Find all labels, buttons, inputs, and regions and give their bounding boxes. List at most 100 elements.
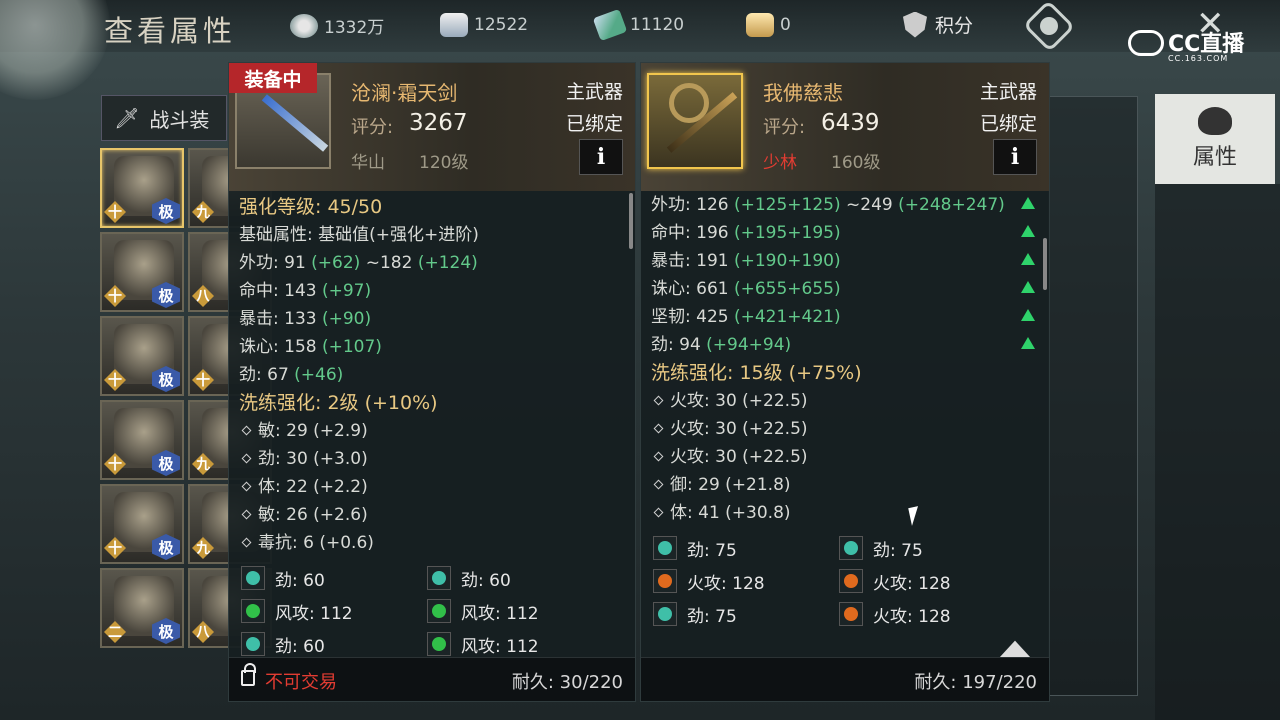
score-value: 6439 <box>821 110 880 136</box>
item-school: 华山 <box>351 153 385 173</box>
item-stats: 外功: 126 (+125+125) ~249 (+248+247) 命中: 1… <box>651 191 1041 643</box>
enhance-level: 强化等级: 45/50 <box>239 196 383 218</box>
diamond-icon <box>241 537 252 548</box>
refine-stat: 毒抗: 6 (+0.6) <box>239 529 629 557</box>
score-label: 评分: <box>763 117 806 138</box>
combat-outfit-tab[interactable]: 🗡 战斗装 <box>101 95 227 141</box>
points-label: 积分 <box>935 15 974 37</box>
gem-socket: 劲: 60 <box>241 629 325 659</box>
diamond-icon <box>241 481 252 492</box>
slot-type: 主武器 <box>979 81 1037 103</box>
points-button[interactable]: 积分 <box>903 11 973 38</box>
gem-socket: 劲: 60 <box>427 563 511 593</box>
refine-stat: 敏: 29 (+2.9) <box>239 417 629 445</box>
gem-socket: 火攻: 128 <box>839 566 951 596</box>
diamond-icon <box>653 451 664 462</box>
attributes-tab[interactable]: 属性 <box>1155 94 1275 184</box>
sword-icon: 🗡 <box>114 106 140 130</box>
equipment-slot[interactable]: 十极 <box>100 148 184 228</box>
gem-socket: 火攻: 128 <box>653 566 765 596</box>
gem-socket: 风攻: 112 <box>241 596 353 626</box>
stat-line: 诛心: 661 (+655+655) <box>651 275 1041 303</box>
stat-line: 暴击: 191 (+190+190) <box>651 247 1041 275</box>
diamond-icon <box>653 395 664 406</box>
item-level: 120级 <box>419 153 469 173</box>
currency-silver: 1332万 <box>290 13 384 38</box>
gem-socket: 劲: 75 <box>839 533 923 563</box>
gem-socket: 风攻: 112 <box>427 596 539 626</box>
top-bar: 查看属性 1332万 12522 11120 0 积分 ✕ <box>0 0 1280 100</box>
jade-icon <box>592 8 628 42</box>
gem-socket: 风攻: 112 <box>427 629 539 659</box>
attributes-tab-label: 属性 <box>1192 145 1237 170</box>
orange-gem-icon <box>653 569 677 593</box>
score-label: 评分: <box>351 117 394 138</box>
refine-stat: 火攻: 30 (+22.5) <box>651 415 1041 443</box>
upgrade-arrow-icon <box>1021 309 1035 321</box>
equipment-slot[interactable]: 十极 <box>100 400 184 480</box>
upgrade-arrow-icon <box>1021 225 1035 237</box>
cyan-gem-icon <box>241 566 265 590</box>
character-stats-panel <box>1048 96 1138 696</box>
scrollbar[interactable] <box>1043 238 1047 290</box>
item-school: 少林 <box>763 153 797 173</box>
scholar-hat-icon <box>1198 107 1232 135</box>
item-name: 我佛慈悲 <box>763 81 843 105</box>
settings-icon-center <box>1040 17 1058 35</box>
equipment-slot[interactable]: 二极 <box>100 568 184 648</box>
upgrade-arrow-icon <box>1021 197 1035 209</box>
item-header: 我佛慈悲 评分: 6439 少林 160级 主武器 已绑定 i <box>641 63 1049 191</box>
item-header: 装备中 沧澜·霜天剑 评分: 3267 华山 120级 主武器 已绑定 i <box>229 63 635 191</box>
currency-ingot: 12522 <box>440 13 528 37</box>
cyan-gem-icon <box>241 632 265 656</box>
scrollbar[interactable] <box>629 193 633 249</box>
green-gem-icon <box>427 599 451 623</box>
silver-coin-icon <box>290 13 318 38</box>
upgrade-arrow-icon <box>1021 253 1035 265</box>
stat-line: 外功: 126 (+125+125) ~249 (+248+247) <box>651 191 1041 219</box>
orange-gem-icon <box>839 569 863 593</box>
refine-stat: 御: 29 (+21.8) <box>651 471 1041 499</box>
no-trade-label: 不可交易 <box>265 672 337 693</box>
gem-sockets: 劲: 75 劲: 75 火攻: 128 火攻: 128 劲: 75 火攻: 12… <box>651 533 1041 643</box>
gem-socket: 劲: 75 <box>653 599 737 629</box>
cyan-gem-icon <box>653 602 677 626</box>
gold-ingot-icon <box>746 13 774 37</box>
info-button[interactable]: i <box>579 139 623 175</box>
info-button[interactable]: i <box>993 139 1037 175</box>
green-gem-icon <box>241 599 265 623</box>
stat-line: 外功: 91 (+62) ~182 (+124) <box>239 253 478 273</box>
equipment-slot[interactable]: 十极 <box>100 316 184 396</box>
stat-line: 暴击: 133 (+90) <box>239 309 372 329</box>
item-level: 160级 <box>831 153 881 173</box>
equipment-slot[interactable]: 十极 <box>100 232 184 312</box>
equipped-item-tooltip: 装备中 沧澜·霜天剑 评分: 3267 华山 120级 主武器 已绑定 i 强化… <box>228 62 636 702</box>
bound-status: 已绑定 <box>979 113 1037 135</box>
stream-watermark: CC直播 CC.163.COM <box>1128 26 1258 66</box>
upgrade-arrow-icon <box>1021 337 1035 349</box>
durability: 耐久: 197/220 <box>914 672 1037 693</box>
item-footer: 耐久: 197/220 <box>641 657 1049 701</box>
combat-outfit-label: 战斗装 <box>149 107 210 132</box>
currency-value: 1332万 <box>324 18 385 38</box>
diamond-icon <box>653 507 664 518</box>
score-value: 3267 <box>409 110 468 136</box>
ingot-icon <box>440 13 468 37</box>
moon-decoration <box>0 0 110 100</box>
refine-stat: 劲: 30 (+3.0) <box>239 445 629 473</box>
diamond-icon <box>653 479 664 490</box>
currency-gold: 0 <box>746 13 791 37</box>
refine-level: 洗练强化: 2级 (+10%) <box>239 392 438 414</box>
refine-level: 洗练强化: 15级 (+75%) <box>651 362 862 384</box>
compare-item-tooltip: 我佛慈悲 评分: 6439 少林 160级 主武器 已绑定 i 外功: 126 … <box>640 62 1050 702</box>
right-column <box>1155 184 1280 720</box>
equipment-grid: 十极 九 十极 八 十极 十 十极 九 十极 九 二极 八 <box>100 148 272 648</box>
green-gem-icon <box>427 632 451 656</box>
refine-stat: 火攻: 30 (+22.5) <box>651 443 1041 471</box>
currency-value: 0 <box>780 15 791 35</box>
bound-status: 已绑定 <box>565 113 623 135</box>
equipment-slot[interactable]: 十极 <box>100 484 184 564</box>
shield-icon <box>903 11 927 38</box>
diamond-icon <box>241 425 252 436</box>
page-title: 查看属性 <box>104 14 237 48</box>
